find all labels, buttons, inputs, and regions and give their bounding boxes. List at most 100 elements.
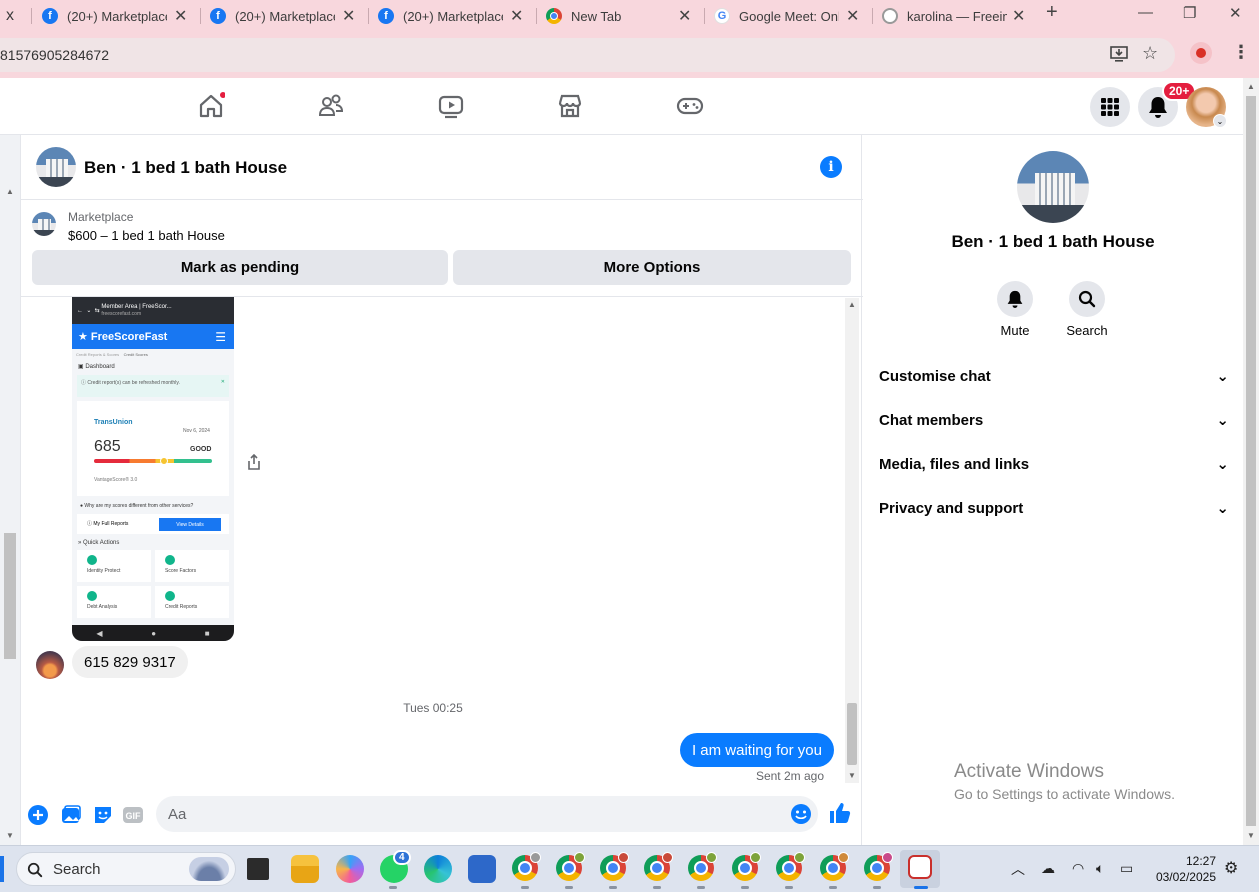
media-files-links-section[interactable]: Media, files and links ⌄: [879, 452, 1229, 476]
friends-icon[interactable]: [317, 92, 345, 120]
wifi-icon[interactable]: ◠: [1072, 860, 1084, 877]
like-thumb-icon[interactable]: [829, 802, 851, 824]
close-icon[interactable]: ✕: [678, 6, 691, 26]
score-rating: GOOD: [190, 446, 212, 453]
close-icon[interactable]: ✕: [1012, 6, 1025, 26]
screenshot-tiles: Identity Protect Score Factors Debt Anal…: [72, 550, 234, 618]
tab-marketplace-3[interactable]: f (20+) Marketplace ✕: [378, 0, 528, 32]
home-icon[interactable]: [197, 92, 225, 120]
mute-button[interactable]: Mute: [985, 281, 1045, 338]
customise-chat-section[interactable]: Customise chat ⌄: [879, 364, 1229, 388]
chat-members-section[interactable]: Chat members ⌄: [879, 408, 1229, 432]
tab-title: (20+) Marketplace: [403, 8, 503, 24]
volume-icon[interactable]: 🔈︎: [1096, 860, 1104, 877]
chat-avatar[interactable]: [36, 147, 76, 187]
restore-icon[interactable]: ❐: [1183, 4, 1196, 22]
scrollbar-thumb[interactable]: [1246, 96, 1256, 826]
scroll-up-arrow-icon[interactable]: ▲: [6, 187, 14, 196]
mark-as-pending-button[interactable]: Mark as pending: [32, 250, 448, 285]
listing-thumbnail[interactable]: [32, 212, 56, 236]
messages-scrollbar[interactable]: ▲ ▼: [845, 298, 859, 783]
gaming-icon[interactable]: [676, 92, 704, 120]
close-icon[interactable]: x: [6, 7, 14, 25]
chrome-taskbar-icon[interactable]: [600, 852, 629, 881]
listing-title[interactable]: $600 – 1 bed 1 bath House: [68, 228, 225, 243]
install-app-icon[interactable]: [1110, 45, 1128, 63]
copilot-icon[interactable]: [336, 855, 364, 883]
sender-avatar[interactable]: [36, 651, 64, 679]
tab-new-tab[interactable]: New Tab ✕: [546, 0, 696, 32]
bookmark-star-icon[interactable]: ☆: [1142, 43, 1158, 64]
menu-grid-button[interactable]: [1090, 87, 1130, 127]
share-icon[interactable]: [247, 454, 261, 470]
plus-circle-icon[interactable]: [27, 804, 49, 826]
close-icon[interactable]: ✕: [174, 6, 187, 26]
mute-label: Mute: [1000, 323, 1030, 338]
sticker-icon[interactable]: [92, 804, 114, 826]
close-icon[interactable]: ✕: [846, 6, 859, 26]
info-icon[interactable]: i: [820, 156, 842, 178]
back-arrow-icon: ← ⌄ ⇆: [77, 308, 102, 314]
chrome-taskbar-icon[interactable]: [732, 852, 761, 881]
chrome-taskbar-icon[interactable]: [644, 852, 673, 881]
chrome-taskbar-icon[interactable]: [688, 852, 717, 881]
new-tab-button[interactable]: +: [1046, 1, 1058, 24]
scroll-up-arrow-icon[interactable]: ▲: [1247, 82, 1255, 91]
tab-marketplace-2[interactable]: f (20+) Marketplace ✕: [210, 0, 360, 32]
search-button[interactable]: Search: [1057, 281, 1117, 338]
privacy-support-section[interactable]: Privacy and support ⌄: [879, 496, 1229, 520]
incoming-message[interactable]: 615 829 9317: [72, 646, 188, 678]
browser-menu-icon[interactable]: ⋮: [1232, 42, 1250, 63]
tab-marketplace-1[interactable]: f (20+) Marketplace ✕: [42, 0, 192, 32]
photo-icon[interactable]: [60, 804, 82, 826]
edge-icon[interactable]: [424, 855, 452, 883]
close-icon[interactable]: ✕: [342, 6, 355, 26]
scroll-down-arrow-icon[interactable]: ▼: [1247, 831, 1255, 840]
chat-title[interactable]: Ben · 1 bed 1 bath House: [84, 158, 287, 178]
snipping-tool-icon[interactable]: [908, 855, 932, 879]
chrome-taskbar-icon[interactable]: [512, 852, 541, 881]
emoji-icon[interactable]: [790, 803, 812, 825]
scrollbar-thumb[interactable]: [4, 533, 16, 659]
taskbar-clock[interactable]: 12:27 03/02/2025: [1148, 853, 1216, 885]
profile-icon[interactable]: [1190, 42, 1212, 64]
google-icon: G: [714, 8, 730, 24]
screenshot-page-title: Member Area | FreeScor...: [101, 303, 172, 310]
chrome-taskbar-icon[interactable]: [820, 852, 849, 881]
page-scrollbar[interactable]: ▲ ▼: [1243, 78, 1259, 845]
gif-icon[interactable]: GIF: [122, 804, 144, 826]
cloud-icon[interactable]: ☁: [1041, 860, 1055, 877]
chrome-taskbar-icon[interactable]: [556, 852, 585, 881]
marketplace-icon[interactable]: [556, 92, 584, 120]
bell-icon: [1149, 97, 1167, 118]
scroll-up-arrow-icon[interactable]: ▲: [848, 300, 856, 309]
file-explorer-icon[interactable]: [291, 855, 319, 883]
chevron-down-icon[interactable]: ⌄: [1213, 114, 1227, 128]
tab-google-meet[interactable]: G Google Meet: Onl ✕: [714, 0, 864, 32]
message-input[interactable]: [156, 796, 818, 832]
more-options-button[interactable]: More Options: [453, 250, 851, 285]
address-bar[interactable]: 81576905284672: [0, 38, 1175, 72]
task-view-icon[interactable]: [247, 858, 269, 880]
tab-close-partial[interactable]: x: [6, 0, 14, 32]
store-icon[interactable]: [468, 855, 496, 883]
chrome-taskbar-icon[interactable]: [776, 852, 805, 881]
tab-freeimage[interactable]: karolina — Freeim ✕: [882, 0, 1032, 32]
chat-info-panel: Ben · 1 bed 1 bath House Mute Search Cus…: [863, 135, 1243, 845]
outgoing-message[interactable]: I am waiting for you: [679, 733, 834, 767]
profile-avatar[interactable]: [1017, 151, 1089, 223]
battery-icon[interactable]: ▭: [1120, 860, 1133, 877]
notification-center-icon[interactable]: ⚙: [1224, 858, 1238, 878]
taskbar-search[interactable]: Search: [16, 852, 236, 886]
scrollbar-thumb[interactable]: [847, 703, 857, 765]
tab-title: New Tab: [571, 8, 622, 24]
credit-score-screenshot-image[interactable]: ← ⌄ ⇆ Member Area | FreeScor... freescore…: [72, 297, 234, 641]
chrome-taskbar-icon[interactable]: [864, 852, 893, 881]
window-close-icon[interactable]: ✕: [1229, 4, 1242, 22]
scroll-down-arrow-icon[interactable]: ▼: [848, 771, 856, 780]
chevron-up-icon[interactable]: ︿: [1011, 859, 1025, 879]
close-icon[interactable]: ✕: [510, 6, 523, 26]
video-icon[interactable]: [437, 92, 465, 120]
scroll-down-arrow-icon[interactable]: ▼: [6, 831, 14, 840]
minimize-icon[interactable]: —: [1138, 4, 1153, 21]
